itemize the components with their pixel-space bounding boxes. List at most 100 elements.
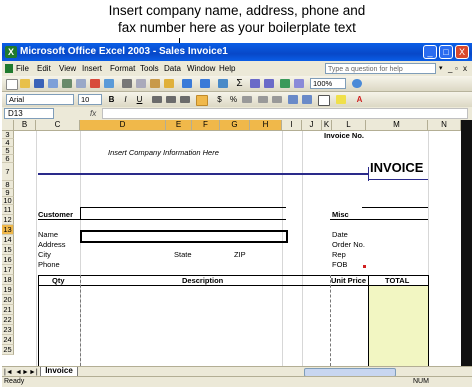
customer-bottom-border <box>38 219 286 220</box>
italic-button[interactable]: I <box>120 94 131 105</box>
menu-data[interactable]: Data <box>164 62 181 75</box>
col-header-c[interactable]: C <box>36 120 80 131</box>
align-right-icon[interactable] <box>180 96 190 103</box>
menu-edit[interactable]: Edit <box>37 62 51 75</box>
row-header-20[interactable]: 20 <box>2 295 14 305</box>
worksheet-grid[interactable]: B C D E F G H I J K L M N 3 4 5 6 7 8 9 10 11 12 1… <box>2 120 472 366</box>
cut-icon[interactable] <box>122 79 132 88</box>
col-header-g[interactable]: G <box>220 120 250 131</box>
drawing-icon[interactable] <box>294 79 304 88</box>
sort-ascending-icon[interactable] <box>250 79 260 88</box>
spelling-icon[interactable] <box>90 79 100 88</box>
font-color-button[interactable]: A <box>354 94 365 105</box>
row-header-7[interactable]: 7 <box>2 163 14 181</box>
vertical-scrollbar[interactable] <box>461 120 472 366</box>
col-header-d[interactable]: D <box>80 120 166 131</box>
paste-icon[interactable] <box>150 79 160 88</box>
doc-minimize-icon[interactable]: _ <box>448 62 452 75</box>
save-icon[interactable] <box>34 79 44 88</box>
font-name-select[interactable]: Arial <box>6 94 74 105</box>
col-header-k[interactable]: K <box>322 120 332 131</box>
menu-view[interactable]: View <box>59 62 76 75</box>
fill-color-icon[interactable] <box>336 95 346 104</box>
maximize-button[interactable]: □ <box>439 45 453 59</box>
zoom-select[interactable]: 100% <box>310 78 346 89</box>
col-header-n[interactable]: N <box>428 120 461 131</box>
open-icon[interactable] <box>20 79 30 88</box>
row-header-25[interactable]: 25 <box>2 345 14 355</box>
workbook-icon[interactable] <box>5 64 13 73</box>
comma-style-icon[interactable] <box>242 96 252 103</box>
increase-decimal-icon[interactable] <box>258 96 268 103</box>
percent-button[interactable]: % <box>228 94 239 105</box>
col-header-h[interactable]: H <box>250 120 282 131</box>
merge-center-icon[interactable] <box>196 95 208 106</box>
col-header-m[interactable]: M <box>366 120 428 131</box>
formula-input[interactable] <box>102 108 468 119</box>
row-header-18[interactable]: 18 <box>2 275 14 285</box>
format-painter-icon[interactable] <box>164 79 174 88</box>
row-header-21[interactable]: 21 <box>2 305 14 315</box>
close-button[interactable]: X <box>455 45 469 59</box>
undo-icon[interactable] <box>182 79 192 88</box>
row-header-13[interactable]: 13 <box>2 225 14 235</box>
permission-icon[interactable] <box>48 79 58 88</box>
row-header-14[interactable]: 14 <box>2 235 14 245</box>
minimize-button[interactable]: _ <box>423 45 437 59</box>
menu-tools[interactable]: Tools <box>140 62 159 75</box>
row-header-17[interactable]: 17 <box>2 265 14 275</box>
menu-format[interactable]: Format <box>110 62 135 75</box>
row-header-11[interactable]: 11 <box>2 205 14 215</box>
align-center-icon[interactable] <box>166 96 176 103</box>
currency-button[interactable]: $ <box>214 94 225 105</box>
underline-button[interactable]: U <box>134 94 145 105</box>
increase-indent-icon[interactable] <box>302 95 312 104</box>
col-header-b[interactable]: B <box>14 120 36 131</box>
col-header-i[interactable]: I <box>282 120 302 131</box>
invoice-no-label: Invoice No. <box>324 131 365 140</box>
new-icon[interactable] <box>6 79 18 90</box>
row-header-12[interactable]: 12 <box>2 215 14 225</box>
row-header-10[interactable]: 10 <box>2 197 14 205</box>
help-icon[interactable] <box>352 79 362 88</box>
bold-button[interactable]: B <box>106 94 117 105</box>
row-header-16[interactable]: 16 <box>2 255 14 265</box>
sort-descending-icon[interactable] <box>264 79 274 88</box>
row-header-6[interactable]: 6 <box>2 155 14 163</box>
col-header-l[interactable]: L <box>332 120 366 131</box>
decrease-indent-icon[interactable] <box>288 95 298 104</box>
menu-window[interactable]: Window <box>187 62 215 75</box>
chart-wizard-icon[interactable] <box>280 79 290 88</box>
research-icon[interactable] <box>104 79 114 88</box>
col-header-f[interactable]: F <box>192 120 220 131</box>
help-dropdown-icon[interactable]: ▾ <box>439 62 443 75</box>
doc-restore-icon[interactable]: ▫ <box>455 62 458 75</box>
row-header-22[interactable]: 22 <box>2 315 14 325</box>
name-input-cell[interactable] <box>80 230 288 243</box>
row-header-24[interactable]: 24 <box>2 335 14 345</box>
menu-file[interactable]: File <box>16 62 29 75</box>
redo-icon[interactable] <box>200 79 210 88</box>
menu-help[interactable]: Help <box>219 62 235 75</box>
hyperlink-icon[interactable] <box>218 79 228 88</box>
row-header-23[interactable]: 23 <box>2 325 14 335</box>
fx-icon[interactable]: fx <box>90 108 96 119</box>
font-size-select[interactable]: 10 <box>78 94 102 105</box>
print-preview-icon[interactable] <box>76 79 86 88</box>
col-header-j[interactable]: J <box>302 120 322 131</box>
doc-close-icon[interactable]: x <box>463 62 467 75</box>
company-info-placeholder[interactable]: Insert Company Information Here <box>108 148 219 157</box>
help-search-input[interactable]: Type a question for help <box>325 63 436 74</box>
copy-icon[interactable] <box>136 79 146 88</box>
menu-insert[interactable]: Insert <box>82 62 102 75</box>
col-header-e[interactable]: E <box>166 120 192 131</box>
row-header-19[interactable]: 19 <box>2 285 14 295</box>
decrease-decimal-icon[interactable] <box>272 96 282 103</box>
borders-icon[interactable] <box>318 95 330 106</box>
name-box[interactable]: D13 <box>4 108 54 119</box>
print-icon[interactable] <box>62 79 72 88</box>
row-header-15[interactable]: 15 <box>2 245 14 255</box>
align-left-icon[interactable] <box>152 96 162 103</box>
callout-line-2: fax number here as your boilerplate text <box>118 20 356 35</box>
autosum-icon[interactable]: Σ <box>234 78 245 89</box>
